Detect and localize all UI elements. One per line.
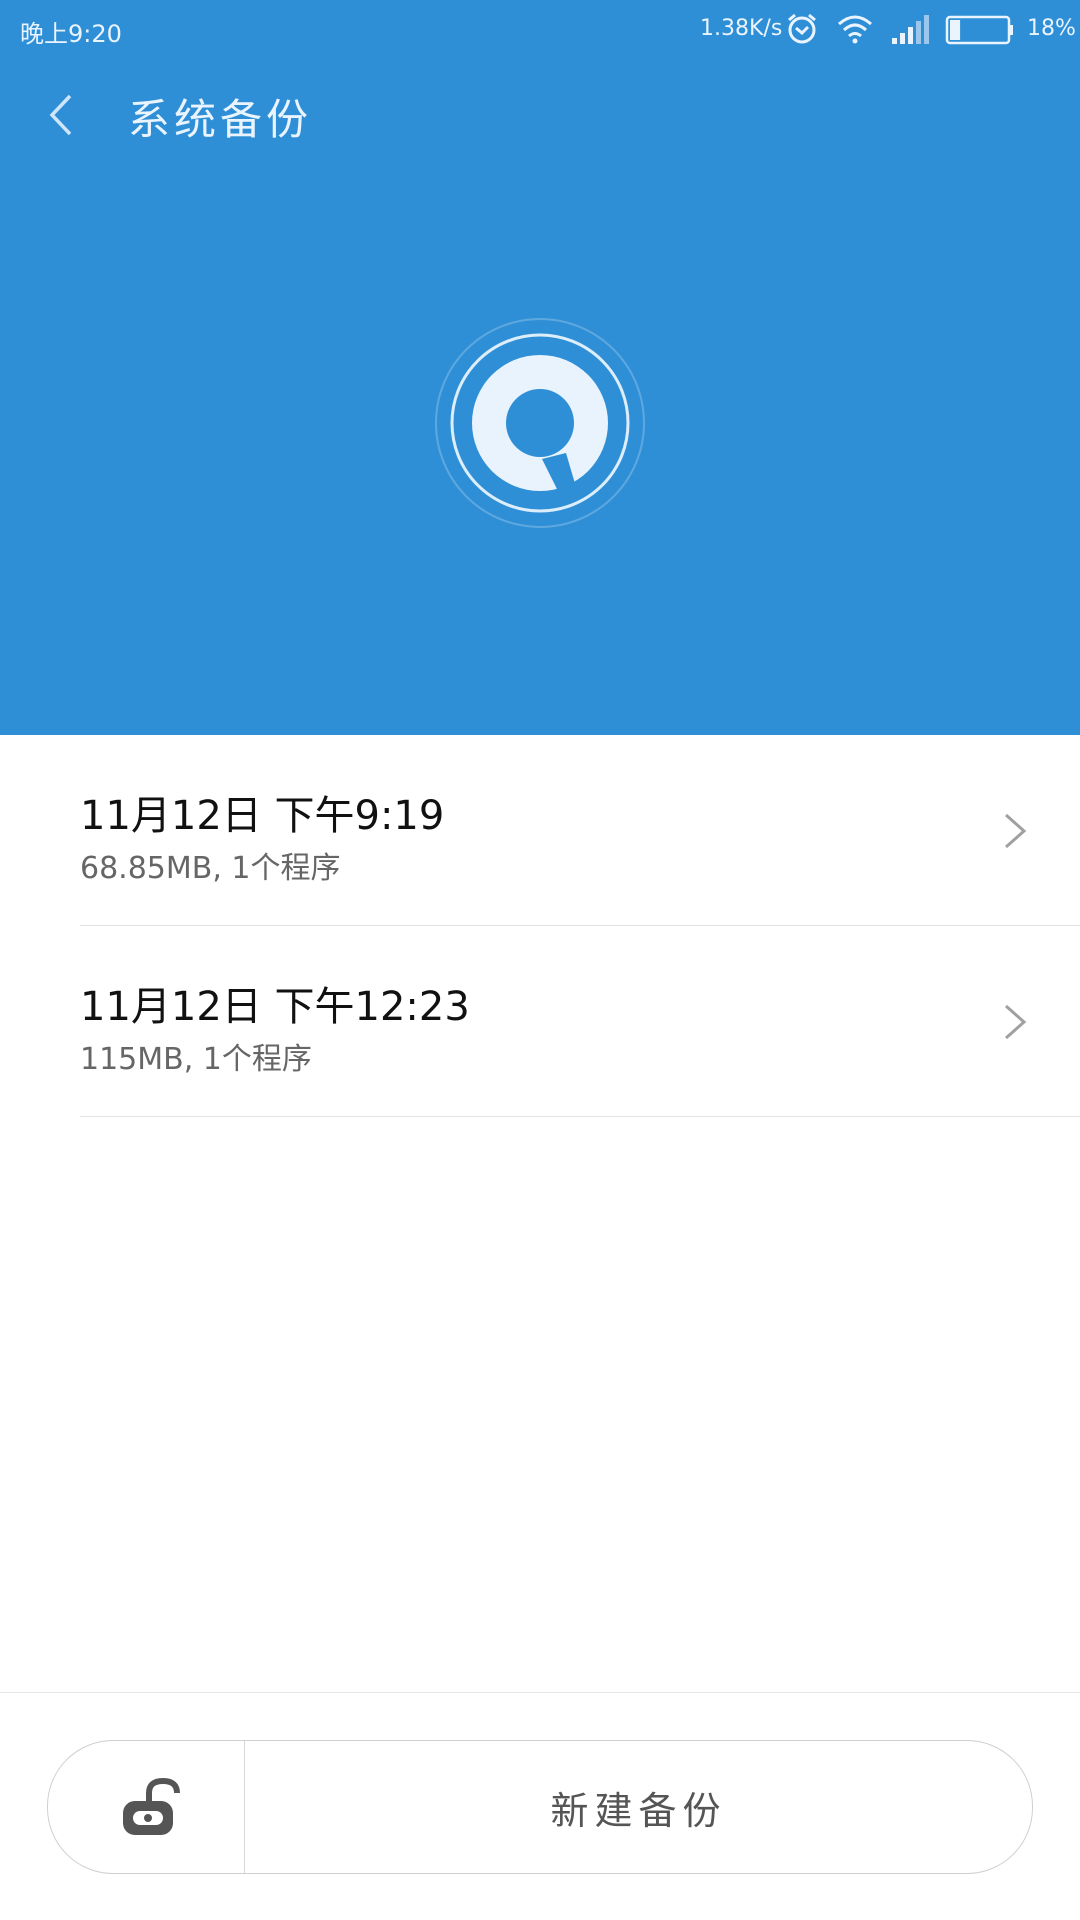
bottom-divider [0,1692,1080,1693]
bottom-action-bar: 新建备份 [47,1740,1033,1874]
status-time: 晚上9:20 [20,20,122,48]
backup-item[interactable]: 11月12日 下午12:23 115MB, 1个程序 [80,926,1080,1117]
backup-item[interactable]: 11月12日 下午9:19 68.85MB, 1个程序 [80,735,1080,926]
backup-item-title: 11月12日 下午9:19 [80,793,445,839]
backup-item-detail: 68.85MB, 1个程序 [80,851,341,886]
battery-icon [945,15,1013,45]
page-title: 系统备份 [128,95,313,144]
signal-icon [892,15,929,44]
unlock-button[interactable] [48,1741,245,1873]
battery-percent: 18% [1027,16,1076,41]
unlock-icon [123,1777,180,1835]
back-button[interactable] [40,90,90,140]
alarm-icon [788,13,816,44]
chevron-right-icon [1005,1004,1027,1040]
new-backup-button[interactable]: 新建备份 [245,1741,1032,1873]
net-speed: 1.38K/s [700,16,783,41]
wifi-icon [838,15,872,44]
backup-item-title: 11月12日 下午12:23 [80,984,470,1030]
backup-logo-icon [435,318,645,528]
status-bar: 晚上9:20 1.38K/s 18% [0,0,1080,60]
backup-list: 11月12日 下午9:19 68.85MB, 1个程序 11月12日 下午12:… [0,735,1080,1117]
backup-item-detail: 115MB, 1个程序 [80,1042,312,1077]
chevron-right-icon [1005,813,1027,849]
header-area: 晚上9:20 1.38K/s 18% 系统备份 [0,0,1080,735]
